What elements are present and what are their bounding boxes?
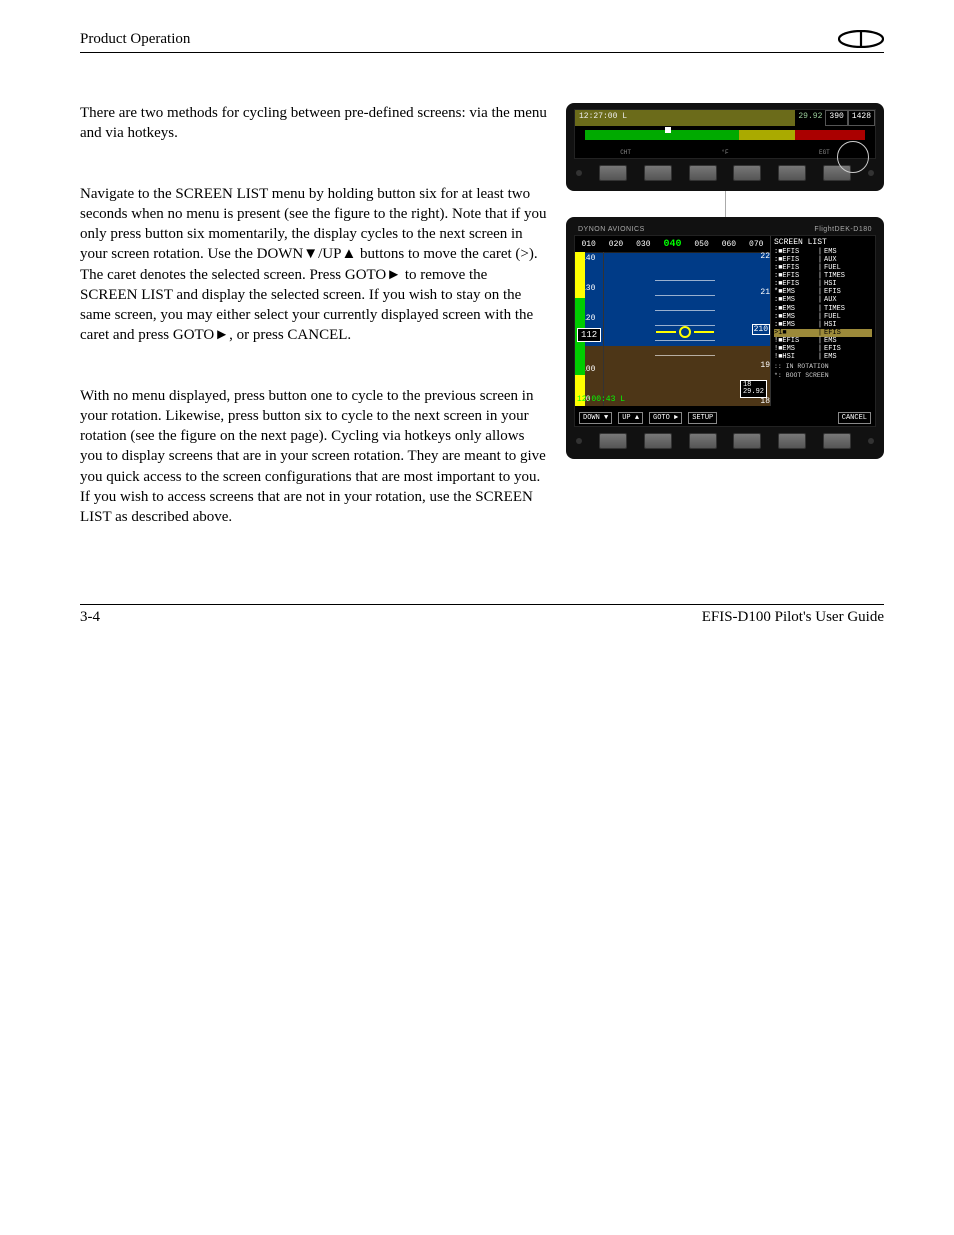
softkey-goto[interactable]: GOTO ► [649,412,682,424]
ems-gauge-labels: CHT °F EGT [575,149,875,156]
screen-list-legend-rotation: :: IN ROTATION [774,363,872,370]
heading-tick: 060 [722,240,736,249]
efis-button-5[interactable] [778,433,806,449]
aircraft-symbol-icon [645,326,725,338]
alt-tick: 19 [760,361,770,370]
efis-button-1[interactable] [599,433,627,449]
screen-list-item[interactable]: :■EFIS|AUX [774,256,872,264]
baro-readout: 18 29.92 [740,380,767,398]
screen-list-item[interactable]: !■EMS|EFIS [774,345,872,353]
screen-list-item[interactable]: :■EMS|HSI [774,321,872,329]
screen-list-item[interactable]: :■EMS|TIMES [774,305,872,313]
heading-tick: 030 [636,240,650,249]
ems-cht-label: CHT [620,149,631,156]
efis-button-row [574,427,876,451]
footer-guide-title: EFIS-D100 Pilot's User Guide [702,609,884,626]
efis-clock: 12:00:43 L [577,395,625,404]
screen-list-item[interactable]: !■HSI|EMS [774,353,872,361]
screen-list-item[interactable]: :■EFIS|HSI [774,280,872,288]
page-footer: 3-4 EFIS-D100 Pilot's User Guide [80,604,884,626]
ems-button-6[interactable] [823,165,851,181]
heading-tick: 020 [609,240,623,249]
body-text-column: There are two methods for cycling betwee… [80,103,548,567]
ems-gauge-bar [585,130,865,140]
ems-egt-value: 1428 [848,110,875,126]
alt-tick: 22 [760,252,770,261]
heading-tick: 010 [581,240,595,249]
brand-right: FlightDEK-D180 [814,226,872,233]
ems-button-5[interactable] [778,165,806,181]
alt-readout: 210 [752,324,770,335]
efis-button-3[interactable] [689,433,717,449]
bezel-screw-icon [576,170,582,176]
ems-baro: 29.92 [795,110,825,126]
screen-list-item[interactable]: :■EMS|AUX [774,296,872,304]
brand-left: DYNON AVIONICS [578,226,645,233]
efis-button-4[interactable] [733,433,761,449]
ems-cht-value: 390 [825,110,847,126]
softkey-down[interactable]: DOWN ▼ [579,412,612,424]
efis-button-2[interactable] [644,433,672,449]
heading-current: 040 [663,239,681,250]
screen-list-item[interactable]: :■EFIS|EMS [774,248,872,256]
footer-page-number: 3-4 [80,609,100,626]
screen-list-legend-boot: *: BOOT SCREEN [774,372,872,379]
ems-gauge-marker-icon [665,127,671,133]
ems-button-3[interactable] [689,165,717,181]
paragraph-intro: There are two methods for cycling betwee… [80,103,548,144]
screen-list-item[interactable]: !■EFIS|EMS [774,337,872,345]
screen-list-item[interactable]: :■EMS|FUEL [774,313,872,321]
screen-list-item[interactable]: *■EMS|EFIS [774,288,872,296]
bezel-screw-icon [868,170,874,176]
efis-unit-bezel: DYNON AVIONICS FlightDEK-D180 010 020 03… [566,217,884,459]
ems-screen: 12:27:00 L 29.92 390 1428 CHT °F EGT [574,109,876,159]
hardware-photo: 12:27:00 L 29.92 390 1428 CHT °F EGT [566,103,884,459]
paragraph-menu-nav: Navigate to the SCREEN LIST menu by hold… [80,184,548,346]
figure-column: 12:27:00 L 29.92 390 1428 CHT °F EGT [566,103,884,567]
bezel-screw-icon [576,438,582,444]
ems-button-4[interactable] [733,165,761,181]
dynon-logo-icon [838,30,884,48]
screen-list-title: SCREEN LIST [774,238,872,247]
softkey-setup[interactable]: SETUP [688,412,717,424]
screen-list-menu[interactable]: SCREEN LIST :■EFIS|EMS:■EFIS|AUX:■EFIS|F… [770,236,875,406]
ems-button-2[interactable] [644,165,672,181]
ems-egt-label: EGT [819,149,830,156]
screen-list-item[interactable]: :■EFIS|FUEL [774,264,872,272]
efis-screen: 010 020 030 040 050 060 070 140 130 [574,235,876,427]
paragraph-hotkeys: With no menu displayed, press button one… [80,386,548,528]
ems-degree-label: °F [721,149,728,156]
page-header: Product Operation [80,30,884,53]
softkey-label-row: DOWN ▼ UP ▲ GOTO ► SETUP CANCEL [575,406,875,426]
screen-list-item[interactable]: >1■|EFIS [774,329,872,337]
screen-list-item[interactable]: :■EFIS|TIMES [774,272,872,280]
alt-tick: 18 [760,397,770,406]
softkey-up[interactable]: UP ▲ [618,412,643,424]
efis-brand-bar: DYNON AVIONICS FlightDEK-D180 [574,223,876,235]
heading-tick: 050 [694,240,708,249]
alt-tick: 21 [760,288,770,297]
ems-button-1[interactable] [599,165,627,181]
efis-button-6[interactable] [823,433,851,449]
bezel-screw-icon [868,438,874,444]
ems-button-row [574,159,876,183]
heading-tape: 010 020 030 040 050 060 070 [575,236,770,253]
ems-clock: 12:27:00 L [575,110,795,126]
callout-line-icon [725,191,726,217]
header-title: Product Operation [80,31,190,48]
heading-tick: 070 [749,240,763,249]
airspeed-readout: 112 [577,328,601,342]
softkey-cancel[interactable]: CANCEL [838,412,871,424]
ems-unit-bezel: 12:27:00 L 29.92 390 1428 CHT °F EGT [566,103,884,191]
